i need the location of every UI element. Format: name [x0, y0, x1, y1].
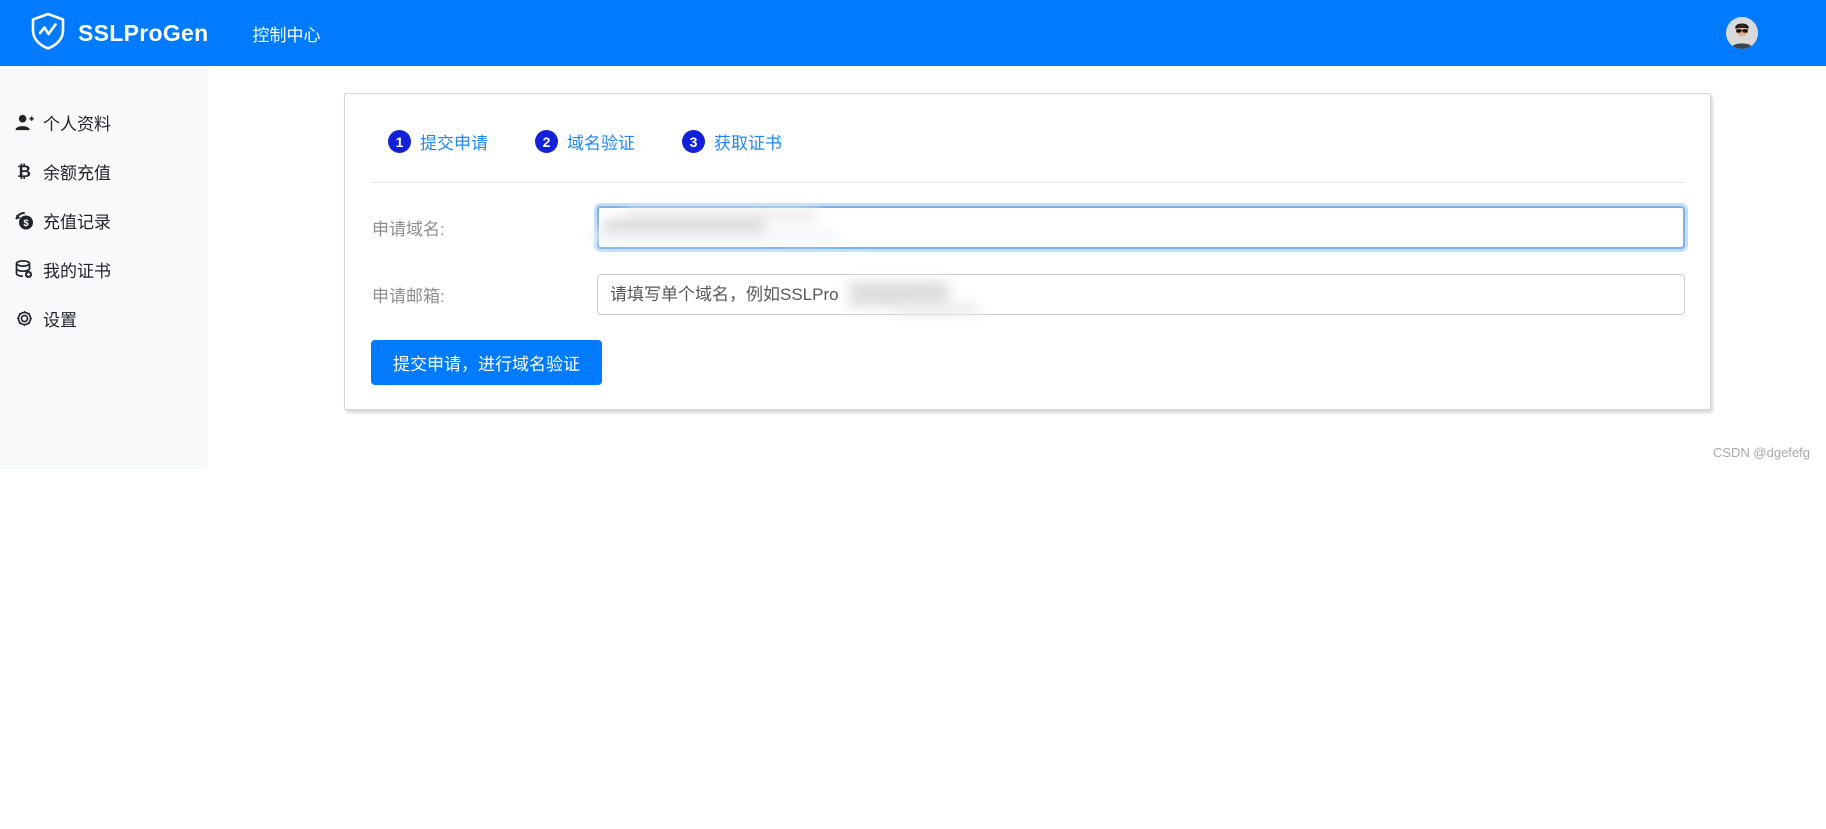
- sidebar-item-label: 设置: [43, 311, 77, 330]
- brand-logo[interactable]: SSLProGen: [30, 12, 209, 55]
- app-header: SSLProGen 控制中心: [0, 0, 1826, 66]
- csdn-watermark: CSDN @dgefefg: [1712, 445, 1810, 460]
- brand-name: SSLProGen: [78, 19, 209, 46]
- email-label: 申请邮箱:: [372, 287, 445, 306]
- step-label: 域名验证: [567, 134, 635, 153]
- page-layout: 个人资料 ₿ 余额充值 $ 充值记录 我的证书 设置 1 提交申请 2 域名验证…: [0, 66, 1826, 470]
- shield-pulse-icon: [30, 12, 66, 55]
- domain-input[interactable]: [597, 206, 1685, 249]
- domain-form-row: 申请域名:: [371, 206, 1685, 249]
- step-get-certificate[interactable]: 3 获取证书: [682, 129, 782, 154]
- step-submit-application[interactable]: 1 提交申请: [388, 129, 488, 154]
- stepper-divider: [371, 182, 1685, 183]
- certificate-request-card: 1 提交申请 2 域名验证 3 获取证书 申请域名: 申请邮箱: 请填写单个域名…: [344, 93, 1711, 410]
- sidebar-item-certificates[interactable]: 我的证书: [0, 245, 208, 294]
- domain-field-wrap: [587, 206, 1685, 249]
- sidebar-item-recharge-history[interactable]: $ 充值记录: [0, 196, 208, 245]
- recharge-history-icon: $: [14, 211, 34, 231]
- bitcoin-icon: ₿: [17, 161, 31, 181]
- user-avatar[interactable]: [1726, 17, 1758, 49]
- email-input[interactable]: [597, 274, 1685, 315]
- sidebar-item-label: 余额充值: [43, 164, 111, 183]
- sidebar-item-label: 充值记录: [43, 213, 111, 232]
- email-form-row: 申请邮箱:: [371, 274, 1685, 315]
- sidebar-item-label: 个人资料: [43, 115, 111, 134]
- step-domain-verification[interactable]: 2 域名验证: [535, 129, 635, 154]
- sidebar-item-label: 我的证书: [43, 262, 111, 281]
- domain-label: 申请域名:: [372, 220, 445, 239]
- sidebar-item-settings[interactable]: 设置: [0, 294, 208, 343]
- submit-application-button[interactable]: 提交申请，进行域名验证: [371, 340, 602, 385]
- step-number-badge: 2: [535, 130, 558, 153]
- nav-control-center[interactable]: 控制中心: [253, 21, 321, 46]
- user-plus-icon: [14, 113, 34, 133]
- step-label: 提交申请: [420, 134, 488, 153]
- step-label: 获取证书: [714, 134, 782, 153]
- sidebar-item-recharge[interactable]: ₿ 余额充值: [0, 147, 208, 196]
- certificates-icon: [14, 260, 34, 280]
- gear-icon: [14, 309, 34, 329]
- email-field-wrap: [597, 274, 1685, 315]
- svg-text:$: $: [23, 218, 29, 229]
- wizard-stepper: 1 提交申请 2 域名验证 3 获取证书: [388, 129, 1685, 154]
- step-number-badge: 3: [682, 130, 705, 153]
- main-content: 1 提交申请 2 域名验证 3 获取证书 申请域名: 申请邮箱: 请填写单个域名…: [208, 66, 1826, 470]
- step-number-badge: 1: [388, 130, 411, 153]
- sidebar: 个人资料 ₿ 余额充值 $ 充值记录 我的证书 设置: [0, 66, 208, 470]
- sidebar-item-profile[interactable]: 个人资料: [0, 98, 208, 147]
